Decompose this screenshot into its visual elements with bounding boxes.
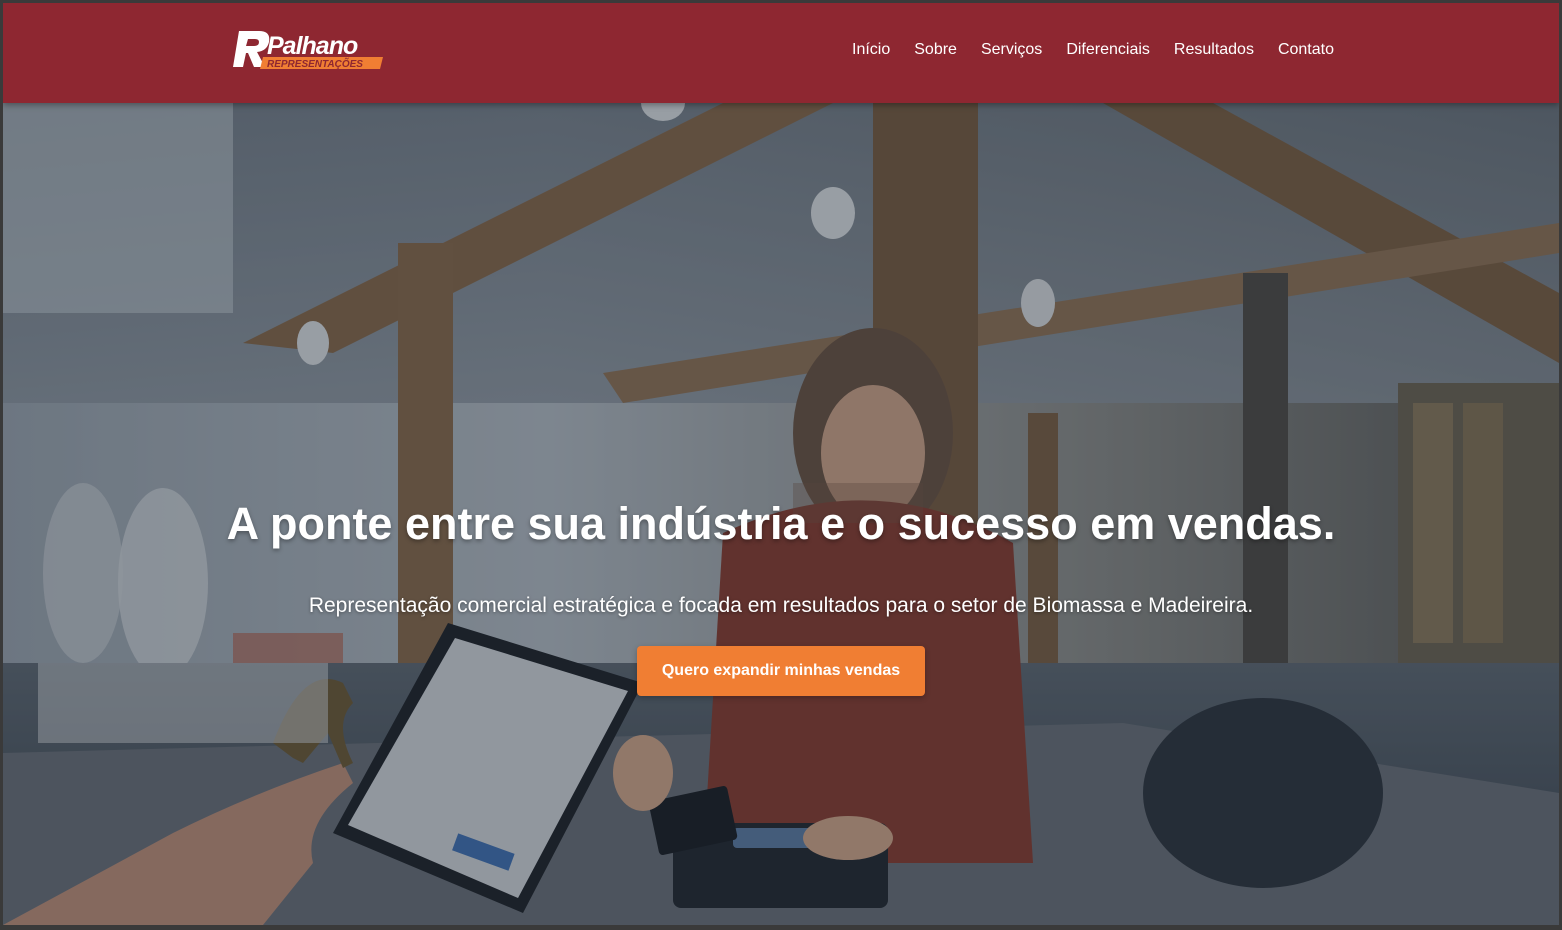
svg-text:REPRESENTAÇÕES: REPRESENTAÇÕES <box>267 57 363 70</box>
browser-viewport: Palhano REPRESENTAÇÕES Início Sobre Serv… <box>3 3 1559 925</box>
cta-expand-sales-button[interactable]: Quero expandir minhas vendas <box>637 646 925 696</box>
hero-title: A ponte entre sua indústria e o sucesso … <box>226 498 1336 549</box>
main-nav: Início Sobre Serviços Diferenciais Resul… <box>852 41 1334 59</box>
hero-subtitle: Representação comercial estratégica e fo… <box>308 594 1254 617</box>
palhano-logo-icon: Palhano REPRESENTAÇÕES <box>233 31 383 70</box>
nav-diferenciais[interactable]: Diferenciais <box>1066 41 1150 59</box>
site-header: Palhano REPRESENTAÇÕES Início Sobre Serv… <box>3 3 1559 103</box>
nav-resultados[interactable]: Resultados <box>1174 41 1254 59</box>
svg-text:Palhano: Palhano <box>267 32 358 60</box>
nav-contato[interactable]: Contato <box>1278 41 1334 59</box>
nav-sobre[interactable]: Sobre <box>914 41 957 59</box>
hero-content: A ponte entre sua indústria e o sucesso … <box>3 103 1559 925</box>
brand-logo[interactable]: Palhano REPRESENTAÇÕES <box>233 27 385 71</box>
nav-servicos[interactable]: Serviços <box>981 41 1042 59</box>
nav-inicio[interactable]: Início <box>852 41 890 59</box>
hero-section: A ponte entre sua indústria e o sucesso … <box>3 103 1559 925</box>
